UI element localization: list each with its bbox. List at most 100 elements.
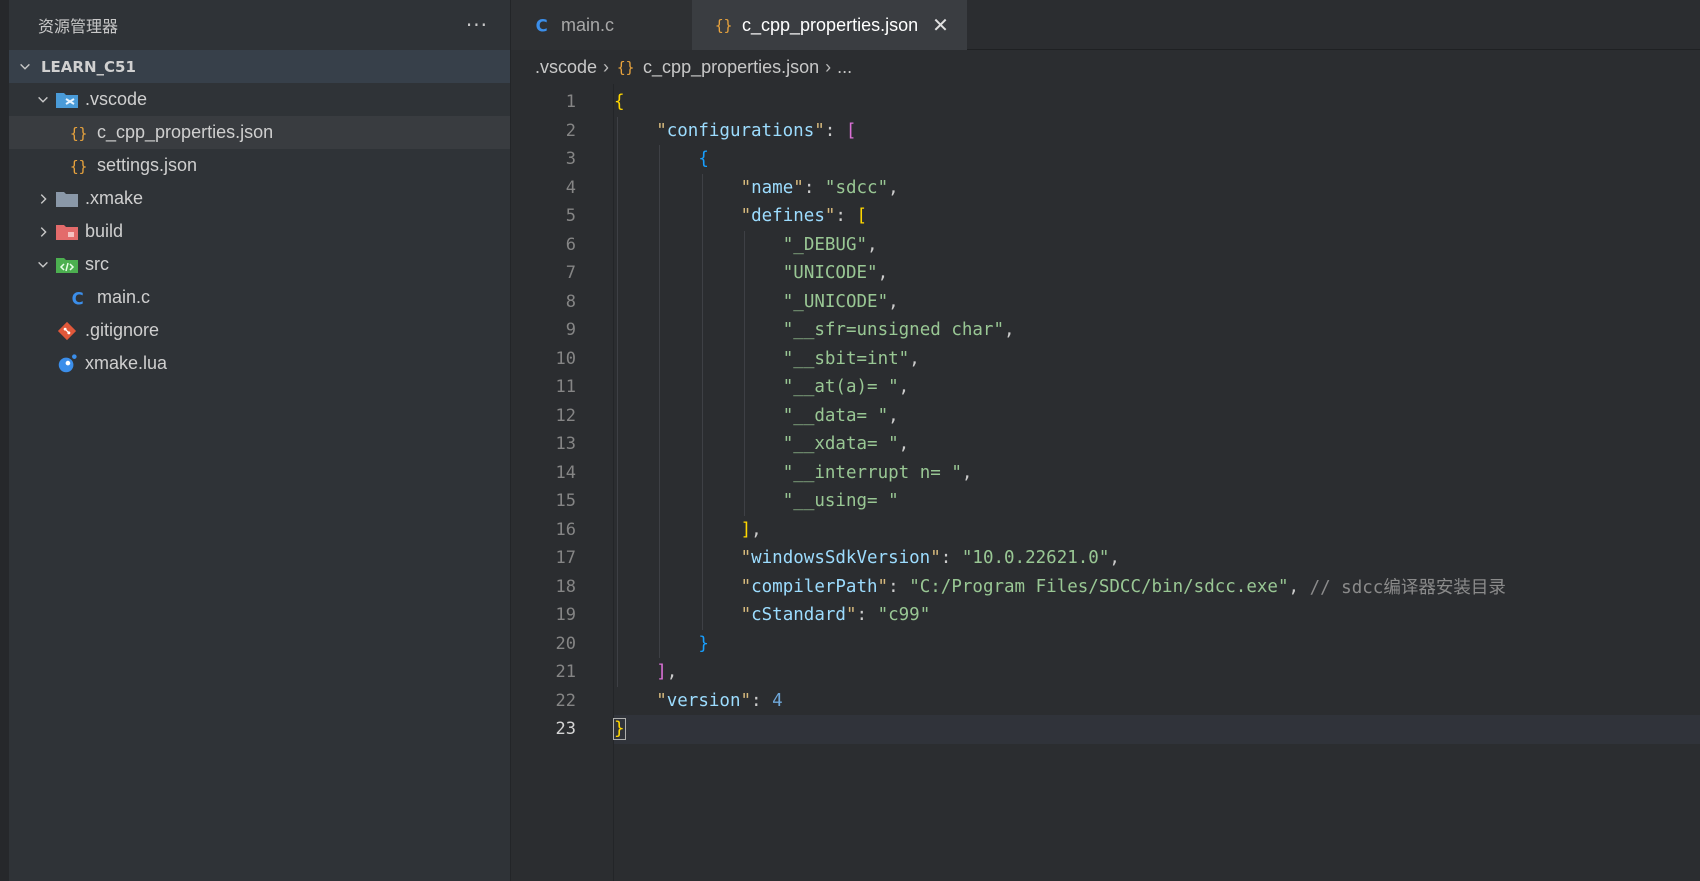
code-line: ], bbox=[656, 662, 678, 683]
chevron-down-icon bbox=[33, 90, 53, 110]
breadcrumb-item-file[interactable]: c_cpp_properties.json bbox=[643, 57, 819, 78]
project-root[interactable]: LEARN_C51 bbox=[9, 50, 510, 83]
code-line: "UNICODE", bbox=[782, 263, 889, 284]
editor-tab-bar: C main.c {} c_cpp_properties.json ✕ bbox=[511, 0, 1700, 50]
folder-icon bbox=[53, 187, 81, 211]
code-line: " name ": "sdcc", bbox=[740, 177, 899, 198]
tree-item-label: main.c bbox=[97, 287, 151, 307]
git-icon bbox=[53, 319, 81, 343]
current-line-highlight bbox=[614, 715, 1700, 744]
tab-c-cpp-properties[interactable]: {} c_cpp_properties.json ✕ bbox=[692, 0, 967, 50]
code-line: " cStandard ": "c99" bbox=[740, 605, 931, 626]
tree-item-vscode[interactable]: .vscode bbox=[9, 83, 510, 116]
line-number: 3 bbox=[565, 149, 576, 169]
chevron-right-icon bbox=[33, 189, 53, 209]
code-line: } bbox=[613, 718, 626, 741]
line-number: 16 bbox=[555, 519, 576, 540]
tree-item-src[interactable]: src bbox=[9, 248, 510, 281]
code-line: { bbox=[614, 92, 625, 113]
line-number: 18 bbox=[555, 576, 576, 597]
vscode-folder-icon bbox=[53, 88, 81, 112]
tree-item-label: .xmake bbox=[85, 188, 144, 208]
line-number: 9 bbox=[565, 320, 576, 340]
tree-item-label: build bbox=[85, 221, 124, 241]
svg-text:{}: {} bbox=[70, 158, 88, 175]
tab-label: main.c bbox=[561, 14, 615, 35]
line-number: 17 bbox=[555, 548, 576, 568]
code-line: "__sbit=int", bbox=[782, 348, 920, 369]
c-file-icon: C bbox=[65, 286, 93, 310]
svg-text:C: C bbox=[72, 289, 84, 308]
chevron-right-icon: › bbox=[825, 56, 832, 77]
line-number: 13 bbox=[555, 434, 576, 454]
line-number-gutter: 1 2 3 4 5 6 7 8 9 10 11 12 13 14 15 16 17 18 19 20 21 22 23 bbox=[511, 84, 614, 881]
json-braces-icon: {} bbox=[65, 154, 93, 178]
code-line: "__at(a)= ", bbox=[782, 377, 910, 398]
lua-icon bbox=[53, 352, 81, 376]
breadcrumb-item-vscode[interactable]: .vscode bbox=[535, 57, 597, 78]
project-name: LEARN_C51 bbox=[41, 57, 136, 76]
code-line: " windowsSdkVersion ": "10.0.22621.0", bbox=[740, 548, 1120, 569]
tree-item-build[interactable]: build bbox=[9, 215, 510, 248]
line-number: 5 bbox=[565, 206, 576, 226]
json-braces-icon: {} bbox=[65, 121, 93, 145]
line-number: 12 bbox=[555, 405, 576, 426]
tree-item-label: .gitignore bbox=[85, 320, 160, 340]
explorer-header: 资源管理器 ··· bbox=[9, 0, 510, 50]
tab-label: c_cpp_properties.json bbox=[742, 14, 919, 35]
svg-text:{}: {} bbox=[715, 18, 733, 35]
line-number: 21 bbox=[555, 662, 576, 682]
line-number: 22 bbox=[555, 690, 576, 711]
tree-item-xmake-lua[interactable]: xmake.lua bbox=[9, 347, 510, 380]
line-number: 20 bbox=[555, 633, 576, 654]
line-number: 1 bbox=[565, 92, 576, 112]
json-braces-icon: {} bbox=[615, 55, 637, 79]
code-line: " compilerPath ": "C:/Program Files/SDCC/b… bbox=[740, 576, 1506, 599]
explorer-title: 资源管理器 bbox=[38, 17, 119, 36]
code-line: "_DEBUG", bbox=[782, 234, 878, 255]
more-actions-icon[interactable]: ··· bbox=[466, 13, 488, 37]
line-number: 10 bbox=[555, 348, 576, 369]
code-line: "__interrupt n= ", bbox=[782, 462, 973, 483]
code-line: "__using= " bbox=[782, 491, 899, 512]
code-line: "__sfr=unsigned char", bbox=[782, 320, 1015, 341]
tree-item-label: settings.json bbox=[97, 155, 198, 175]
breadcrumb: .vscode › {} c_cpp_properties.json › ... bbox=[511, 50, 1700, 84]
code-line: " version ": 4 bbox=[656, 690, 783, 711]
tree-item-main-c[interactable]: C main.c bbox=[9, 281, 510, 314]
src-folder-icon bbox=[53, 253, 81, 277]
line-number: 8 bbox=[565, 291, 576, 312]
code-line: { bbox=[698, 149, 709, 170]
chevron-down-icon bbox=[15, 57, 35, 77]
line-number: 11 bbox=[555, 377, 576, 397]
explorer-sidebar: 资源管理器 ··· LEARN_C51 .vscode {} c_cpp_pro… bbox=[0, 0, 511, 881]
code-editor[interactable]: { " configurations ": [ { " name ": "sdcc", … bbox=[613, 84, 1700, 881]
breadcrumb-item-ellipsis[interactable]: ... bbox=[837, 57, 852, 78]
code-line: ], bbox=[740, 519, 762, 540]
code-line: } bbox=[698, 633, 709, 654]
tree-item-c-cpp-properties[interactable]: {} c_cpp_properties.json bbox=[9, 116, 510, 149]
chevron-right-icon: › bbox=[603, 56, 610, 77]
code-line: "__xdata= ", bbox=[782, 434, 910, 455]
c-file-icon: C bbox=[529, 13, 557, 37]
tree-item-label: c_cpp_properties.json bbox=[97, 122, 274, 142]
chevron-right-icon bbox=[33, 222, 53, 242]
tree-item-label: .vscode bbox=[85, 89, 148, 109]
tree-item-gitignore[interactable]: .gitignore bbox=[9, 314, 510, 347]
line-number: 2 bbox=[565, 120, 576, 141]
tree-item-label: xmake.lua bbox=[85, 353, 168, 373]
line-number: 4 bbox=[565, 177, 576, 198]
code-line: " defines ": [ bbox=[740, 206, 868, 227]
code-line: "_UNICODE", bbox=[782, 291, 899, 312]
tree-item-settings[interactable]: {} settings.json bbox=[9, 149, 510, 182]
tree-item-xmake-folder[interactable]: .xmake bbox=[9, 182, 510, 215]
line-number: 15 bbox=[555, 491, 576, 511]
close-icon[interactable]: ✕ bbox=[932, 13, 949, 38]
code-line: "__data= ", bbox=[782, 405, 899, 426]
line-number: 23 bbox=[555, 719, 576, 739]
line-number: 7 bbox=[565, 263, 576, 283]
line-number: 19 bbox=[555, 605, 576, 625]
chevron-down-icon bbox=[33, 255, 53, 275]
tab-main-c[interactable]: C main.c bbox=[511, 0, 692, 50]
line-number: 14 bbox=[555, 462, 576, 483]
